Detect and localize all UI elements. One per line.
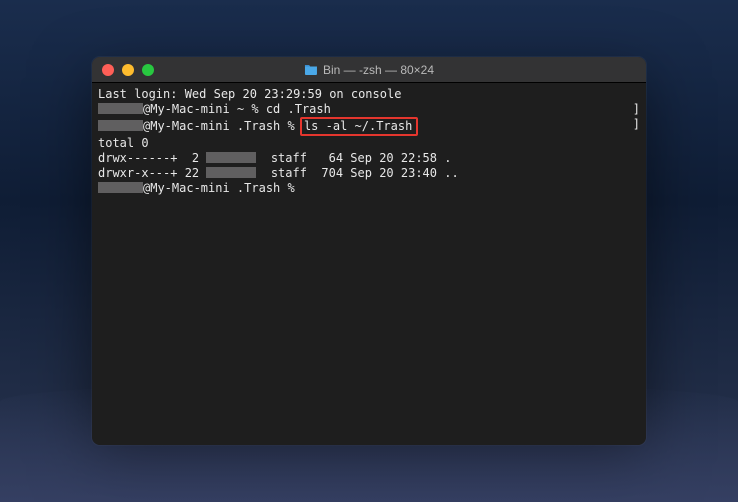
command-cd: cd .Trash bbox=[266, 102, 331, 116]
terminal-body[interactable]: Last login: Wed Sep 20 23:29:59 on conso… bbox=[92, 83, 646, 445]
redacted-user bbox=[98, 182, 143, 193]
folder-icon bbox=[304, 64, 318, 75]
output-row-1: drwx------+ 2 staff 64 Sep 20 22:58 . bbox=[98, 151, 640, 166]
command-ls: ls -al ~/.Trash bbox=[304, 119, 412, 133]
close-button[interactable] bbox=[102, 64, 114, 76]
window-title-text: Bin — -zsh — 80×24 bbox=[323, 63, 434, 77]
last-login-line: Last login: Wed Sep 20 23:29:59 on conso… bbox=[98, 87, 640, 102]
redacted-user bbox=[206, 152, 256, 163]
prompt-line-1: @My-Mac-mini ~ % cd .Trash] bbox=[98, 102, 640, 117]
prompt-line-3: @My-Mac-mini .Trash % bbox=[98, 181, 640, 196]
maximize-button[interactable] bbox=[142, 64, 154, 76]
terminal-window: Bin — -zsh — 80×24 Last login: Wed Sep 2… bbox=[92, 57, 646, 445]
traffic-lights bbox=[102, 64, 154, 76]
window-title: Bin — -zsh — 80×24 bbox=[304, 63, 434, 77]
highlighted-command: ls -al ~/.Trash bbox=[300, 117, 418, 136]
redacted-user bbox=[206, 167, 256, 178]
minimize-button[interactable] bbox=[122, 64, 134, 76]
output-row-2: drwxr-x---+ 22 staff 704 Sep 20 23:40 .. bbox=[98, 166, 640, 181]
prompt-line-2: @My-Mac-mini .Trash % ls -al ~/.Trash] bbox=[98, 117, 640, 136]
redacted-user bbox=[98, 120, 143, 131]
redacted-user bbox=[98, 103, 143, 114]
output-total: total 0 bbox=[98, 136, 640, 151]
window-titlebar[interactable]: Bin — -zsh — 80×24 bbox=[92, 57, 646, 83]
